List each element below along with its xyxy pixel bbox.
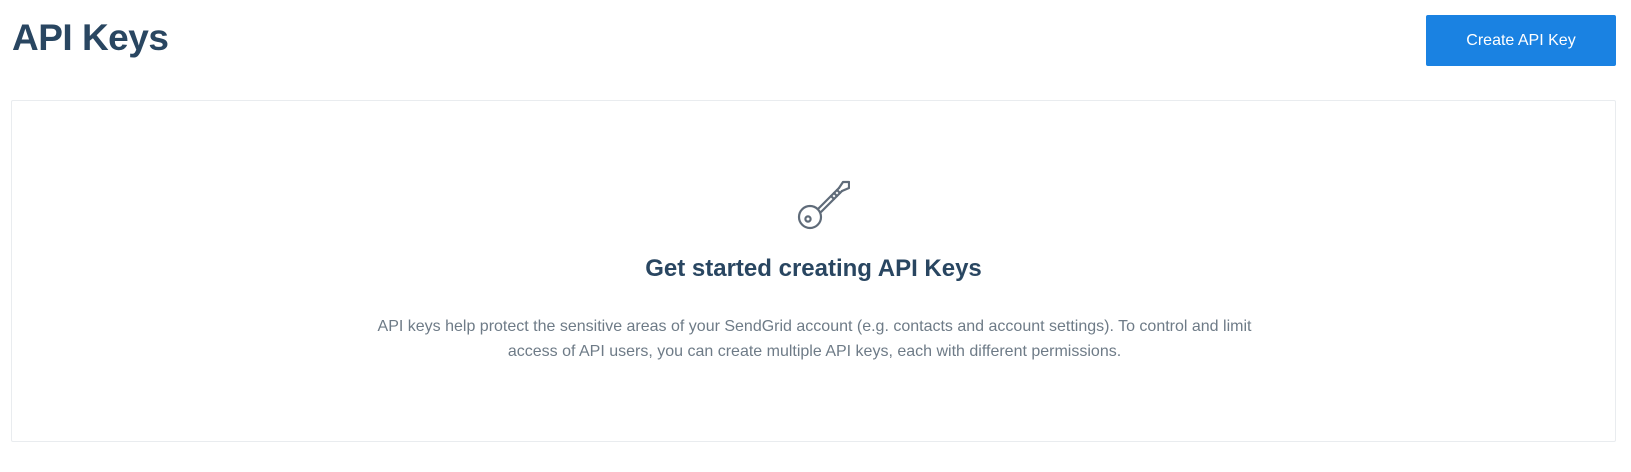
empty-state-card: Get started creating API Keys API keys h… (11, 100, 1616, 442)
page-title: API Keys (12, 17, 169, 58)
api-keys-page: API Keys Create API Key Get started crea… (0, 0, 1631, 472)
empty-state-title: Get started creating API Keys (645, 255, 982, 282)
empty-state-description: API keys help protect the sensitive area… (377, 318, 1252, 360)
key-icon (797, 180, 850, 230)
create-api-key-button[interactable]: Create API Key (1426, 15, 1616, 66)
